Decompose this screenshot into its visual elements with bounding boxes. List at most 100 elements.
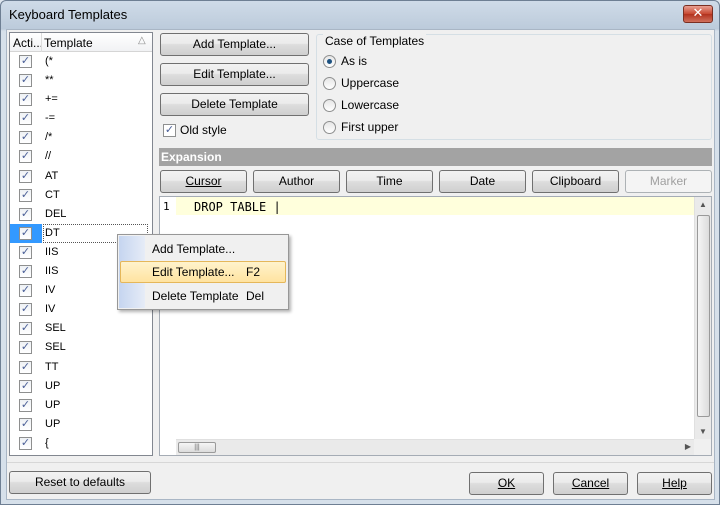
add-template-label: Add Template... [192, 37, 277, 51]
current-line[interactable]: DROP TABLE | [176, 197, 694, 215]
date-label: Date [469, 174, 496, 188]
scrollbar-corner [694, 439, 711, 455]
code-text: DROP TABLE | [194, 200, 281, 214]
template-name: IV [45, 284, 56, 297]
author-label: Author [278, 174, 315, 188]
edit-template-button[interactable]: Edit Template... [160, 63, 309, 86]
context-menu-delete-template[interactable]: Delete Template Del [120, 285, 286, 307]
close-icon: ✕ [692, 6, 704, 21]
template-name: UP [45, 379, 61, 392]
menu-item-label: Delete Template [152, 289, 239, 303]
column-divider[interactable] [41, 33, 42, 52]
time-label: Time [376, 174, 403, 188]
clipboard-button[interactable]: Clipboard [532, 170, 619, 193]
radio-label: As is [341, 54, 368, 68]
horizontal-scrollbar[interactable]: ||| ▶ [176, 439, 694, 455]
scroll-right-icon[interactable]: ▶ [685, 442, 691, 451]
marker-label: Marker [649, 174, 688, 188]
list-item[interactable]: ✓ // [10, 147, 152, 166]
cursor-label: Cursor [185, 174, 222, 188]
active-checkbox[interactable]: ✓ [19, 284, 32, 298]
ok-button[interactable]: OK [469, 472, 544, 495]
list-item[interactable]: ✓ CT [10, 186, 152, 205]
author-button[interactable]: Author [253, 170, 340, 193]
help-button[interactable]: Help [637, 472, 712, 495]
list-item[interactable]: ✓ AT [10, 167, 152, 186]
active-checkbox[interactable]: ✓ [19, 55, 32, 68]
cursor-button[interactable]: Cursor [160, 170, 247, 193]
active-checkbox[interactable]: ✓ [19, 74, 32, 88]
title-bar[interactable]: Keyboard Templates ✕ [1, 1, 719, 29]
template-name: UP [45, 417, 61, 430]
grip-icon: ||| [194, 444, 200, 451]
list-item[interactable]: ✓ SEL [10, 319, 152, 338]
active-checkbox[interactable]: ✓ [19, 150, 32, 164]
context-menu-add-template[interactable]: Add Template... [120, 238, 286, 260]
list-item[interactable]: ✓{ [10, 434, 152, 453]
active-checkbox[interactable]: ✓ [19, 360, 32, 374]
template-name: TT [45, 360, 59, 373]
active-checkbox[interactable]: ✓ [19, 436, 32, 450]
vertical-scroll-thumb[interactable] [697, 215, 710, 417]
list-item[interactable]: ✓ -= [10, 109, 152, 128]
reset-to-defaults-button[interactable]: Reset to defaults [9, 471, 151, 494]
active-checkbox[interactable]: ✓ [19, 245, 32, 259]
window-title: Keyboard Templates [9, 7, 128, 22]
active-checkbox[interactable]: ✓ [19, 303, 32, 317]
cancel-button[interactable]: Cancel [553, 472, 628, 495]
template-name: UP [45, 398, 61, 411]
active-checkbox[interactable]: ✓ [19, 322, 32, 336]
case-group-title: Case of Templates [323, 34, 427, 48]
horizontal-scroll-thumb[interactable]: ||| [178, 442, 216, 453]
menu-item-label: Add Template... [152, 242, 236, 256]
list-item[interactable]: ✓ ** [10, 71, 152, 90]
column-header-active[interactable]: Acti... [13, 36, 43, 50]
list-header: Acti... Template △ [10, 33, 152, 52]
list-item[interactable]: ✓ /* [10, 128, 152, 147]
list-item[interactable]: ✓ SEL [10, 338, 152, 357]
list-item[interactable]: ✓ UP [10, 415, 152, 434]
list-item[interactable]: ✓ UP [10, 396, 152, 415]
active-checkbox[interactable]: ✓ [19, 417, 32, 431]
active-checkbox[interactable]: ✓ [19, 379, 32, 393]
list-item[interactable]: ✓ += [10, 90, 152, 109]
active-checkbox[interactable]: ✓ [19, 207, 32, 221]
active-checkbox[interactable]: ✓ [19, 265, 32, 279]
scroll-up-icon[interactable]: ▲ [699, 200, 707, 209]
template-name: ** [45, 74, 54, 87]
radio-label: Uppercase [341, 76, 400, 90]
active-checkbox[interactable]: ✓ [19, 131, 32, 145]
template-name: /* [45, 131, 53, 144]
list-item[interactable]: ✓ DEL [10, 205, 152, 224]
list-item[interactable]: ✓ (* [10, 52, 152, 71]
active-checkbox[interactable]: ✓ [19, 188, 32, 202]
date-button[interactable]: Date [439, 170, 526, 193]
scroll-down-icon[interactable]: ▼ [699, 427, 707, 436]
active-checkbox[interactable]: ✓ [19, 93, 32, 107]
active-checkbox[interactable]: ✓ [19, 226, 32, 240]
radio-unselected-icon [323, 99, 336, 112]
menu-item-label: Edit Template... [152, 265, 235, 279]
active-checkbox[interactable]: ✓ [19, 112, 32, 126]
menu-item-shortcut: Del [246, 289, 265, 303]
close-button[interactable]: ✕ [683, 5, 713, 23]
list-item[interactable]: ✓ TT [10, 358, 152, 377]
marker-button[interactable]: Marker [625, 170, 712, 193]
radio-unselected-icon [323, 121, 336, 134]
add-template-button[interactable]: Add Template... [160, 33, 309, 56]
context-menu-edit-template[interactable]: Edit Template... F2 [120, 261, 286, 283]
template-name: { [45, 436, 49, 449]
vertical-scrollbar[interactable]: ▲ ▼ [694, 197, 711, 439]
dialog-client-area: Acti... Template △ ✓ (* ✓ ** ✓ += ✓ -= ✓ /* ✓ // ✓ AT… [6, 29, 715, 500]
active-checkbox[interactable]: ✓ [19, 398, 32, 412]
list-item[interactable]: ✓ UP [10, 377, 152, 396]
column-header-template[interactable]: Template [44, 36, 93, 50]
cancel-label: Cancel [571, 476, 610, 490]
active-checkbox[interactable]: ✓ [19, 341, 32, 355]
edit-template-label: Edit Template... [193, 67, 276, 81]
time-button[interactable]: Time [346, 170, 433, 193]
delete-template-button[interactable]: Delete Template [160, 93, 309, 116]
check-icon: ✓ [163, 124, 176, 137]
active-checkbox[interactable]: ✓ [19, 169, 32, 183]
template-name: (* [45, 55, 53, 67]
